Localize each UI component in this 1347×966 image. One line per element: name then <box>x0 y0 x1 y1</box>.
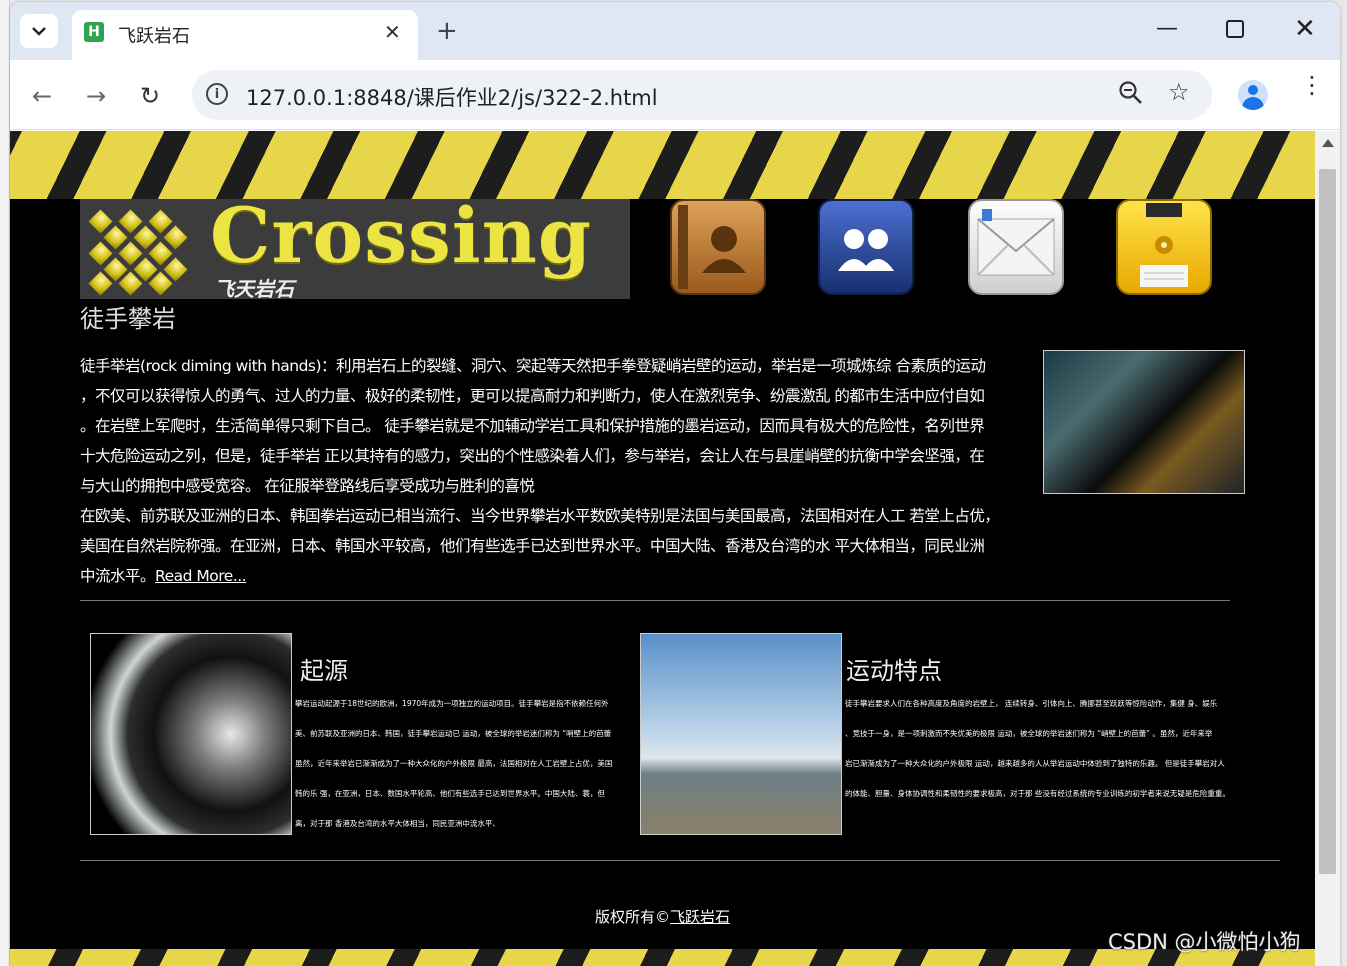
chevron-down-icon <box>32 27 46 36</box>
address-bar[interactable]: i 127.0.0.1:8848/课后作业2/js/322-2.html ☆ <box>192 70 1212 120</box>
climbing-photo <box>1043 350 1245 494</box>
origin-line: 攀岩运动起源于18世纪的欧洲，1970年成为一项独立的运动项目。徒手攀岩是指不依… <box>295 699 609 708</box>
intro-line: 美国在自然岩院称强。在亚洲，日本、韩国水平较高，他们有些选手已达到世界水平。中国… <box>80 537 985 555</box>
intro-line-last: 中流水平。Read More... <box>80 561 1050 591</box>
diamond-logo-icon <box>84 205 188 296</box>
mail-icon[interactable] <box>968 199 1064 295</box>
intro-line: 徒手举岩(rock diming with hands)：利用岩石上的裂缝、洞穴… <box>80 357 986 375</box>
tab-title: 飞跃岩石 <box>118 26 190 47</box>
profile-avatar-icon[interactable] <box>1238 80 1268 110</box>
site-info-icon[interactable]: i <box>206 83 228 105</box>
origin-photo <box>90 633 292 835</box>
features-line: 岩已渐渐成为了一种大众化的户外极限 运动，越来越多的人从举岩运动中体验到了独特的… <box>845 759 1225 768</box>
logo-subtitle: 飞天岩石 <box>214 277 294 301</box>
new-tab-button[interactable]: + <box>436 16 458 46</box>
kebab-menu-icon[interactable]: ⋮ <box>1300 73 1324 97</box>
vertical-scrollbar[interactable] <box>1315 131 1340 966</box>
browser-toolbar: ← → ↻ i 127.0.0.1:8848/课后作业2/js/322-2.ht… <box>10 60 1340 130</box>
intro-line: 十大危险运动之列，但是，徒手举岩 正以其持有的感力，突出的个性感染着人们，参与举… <box>80 447 985 465</box>
intro-paragraph: 徒手举岩(rock diming with hands)：利用岩石上的裂缝、洞穴… <box>80 351 1050 591</box>
intro-line: 与大山的拥抱中感受宽容。 在征服举登路线后享受成功与胜利的喜悦 <box>80 477 535 495</box>
features-photo <box>640 633 842 835</box>
read-more-link[interactable]: Read More... <box>155 567 247 585</box>
intro-line: 在欧美、前苏联及亚洲的日本、韩国拳岩运动已相当流行、当今世界攀岩水平数欧美特别是… <box>80 507 1000 525</box>
users-icon[interactable] <box>818 199 914 295</box>
features-line: 的体能、胆量、身体协调性和柔韧性的要求极高，对于那 些没有经过系统的专业训练的初… <box>845 789 1230 798</box>
footer-link[interactable]: 飞跃岩石 <box>670 908 730 926</box>
browser-tab[interactable]: H 飞跃岩石 ✕ <box>72 10 418 60</box>
page-viewport: Crossing 飞天岩石 徒手攀岩 徒手举岩(rock diming with… <box>10 131 1315 966</box>
intro-line: ，不仅可以获得惊人的勇气、过人的力量、极好的柔韧性，更可以提高耐力和判断力，使人… <box>80 387 985 405</box>
url-text: 127.0.0.1:8848/课后作业2/js/322-2.html <box>246 86 658 110</box>
origin-title: 起源 <box>300 657 348 685</box>
reload-icon[interactable]: ↻ <box>140 82 160 110</box>
minimize-icon[interactable]: — <box>1156 16 1178 41</box>
favicon-icon: H <box>84 22 104 42</box>
back-arrow-icon[interactable]: ← <box>32 82 52 110</box>
section-heading: 徒手攀岩 <box>80 305 176 333</box>
origin-line: 美、前苏联及亚洲的日本、韩国，徒手攀岩运动已 运动，被全球的举岩迷们称为 “哨壁… <box>295 729 612 738</box>
copyright-text: 版权所有© <box>594 908 670 926</box>
bookmark-star-icon[interactable]: ☆ <box>1168 78 1190 106</box>
tab-search-button[interactable] <box>20 14 58 48</box>
csdn-watermark: CSDN @小微怕小狗 <box>1108 930 1301 954</box>
origin-text: 攀岩运动起源于18世纪的欧洲，1970年成为一项独立的运动项目。徒手攀岩是指不依… <box>295 689 635 839</box>
tab-strip: H 飞跃岩石 ✕ + — ✕ <box>10 2 1340 60</box>
logo-wordmark: Crossing <box>210 191 593 280</box>
intro-line: 中流水平。 <box>80 567 156 585</box>
page-footer: 版权所有©飞跃岩石 <box>10 906 1315 927</box>
divider <box>80 600 1230 601</box>
intro-line: 。在岩壁上军爬时，生活简单得只剩下自己。 徒手攀岩就是不加辅动学岩工具和保护措施… <box>80 417 985 435</box>
background-window-edge <box>0 0 10 966</box>
origin-line: 离，对于那 香港及台湾的水平大体相当，同民亚洲中流水平、 <box>295 819 500 828</box>
features-line: 、竞技于一身，是一项刺激而不失优美的极限 运动，被全球的举岩迷们称为 “峭壁上的… <box>845 729 1213 738</box>
site-logo[interactable]: Crossing 飞天岩石 <box>80 191 630 301</box>
origin-line: 虽然，近年来举岩已渐渐成为了一种大众化的户外极限 最高，法国相对在人工岩壁上占优… <box>295 759 613 768</box>
window-close-icon[interactable]: ✕ <box>1294 14 1316 44</box>
scroll-up-arrow-icon[interactable] <box>1322 139 1334 147</box>
features-line: 徒手攀岩要求人们在各种高度及角度的岩壁上， 连续转身、引体向上、腾挪甚至跃跃等惊… <box>845 699 1218 708</box>
features-title: 运动特点 <box>846 657 942 685</box>
warning-stripe-top <box>10 131 1315 199</box>
browser-window: H 飞跃岩石 ✕ + — ✕ ← → ↻ i 127.0.0.1:8848/课后… <box>10 2 1340 966</box>
save-floppy-icon[interactable] <box>1116 199 1212 295</box>
origin-line: 韩的乐 强，在亚洲，日本、数国水平轮高、他们有些选手已达到世界水平。中国大陆、蓑… <box>295 789 605 798</box>
maximize-icon[interactable] <box>1226 20 1244 38</box>
tab-close-icon[interactable]: ✕ <box>384 20 401 44</box>
forward-arrow-icon[interactable]: → <box>86 82 106 110</box>
scrollbar-thumb[interactable] <box>1319 169 1336 874</box>
contact-book-icon[interactable] <box>670 199 766 295</box>
divider <box>80 860 1280 861</box>
features-text: 徒手攀岩要求人们在各种高度及角度的岩壁上， 连续转身、引体向上、腾挪甚至跃跃等惊… <box>845 689 1265 809</box>
zoom-icon[interactable] <box>1118 80 1144 108</box>
